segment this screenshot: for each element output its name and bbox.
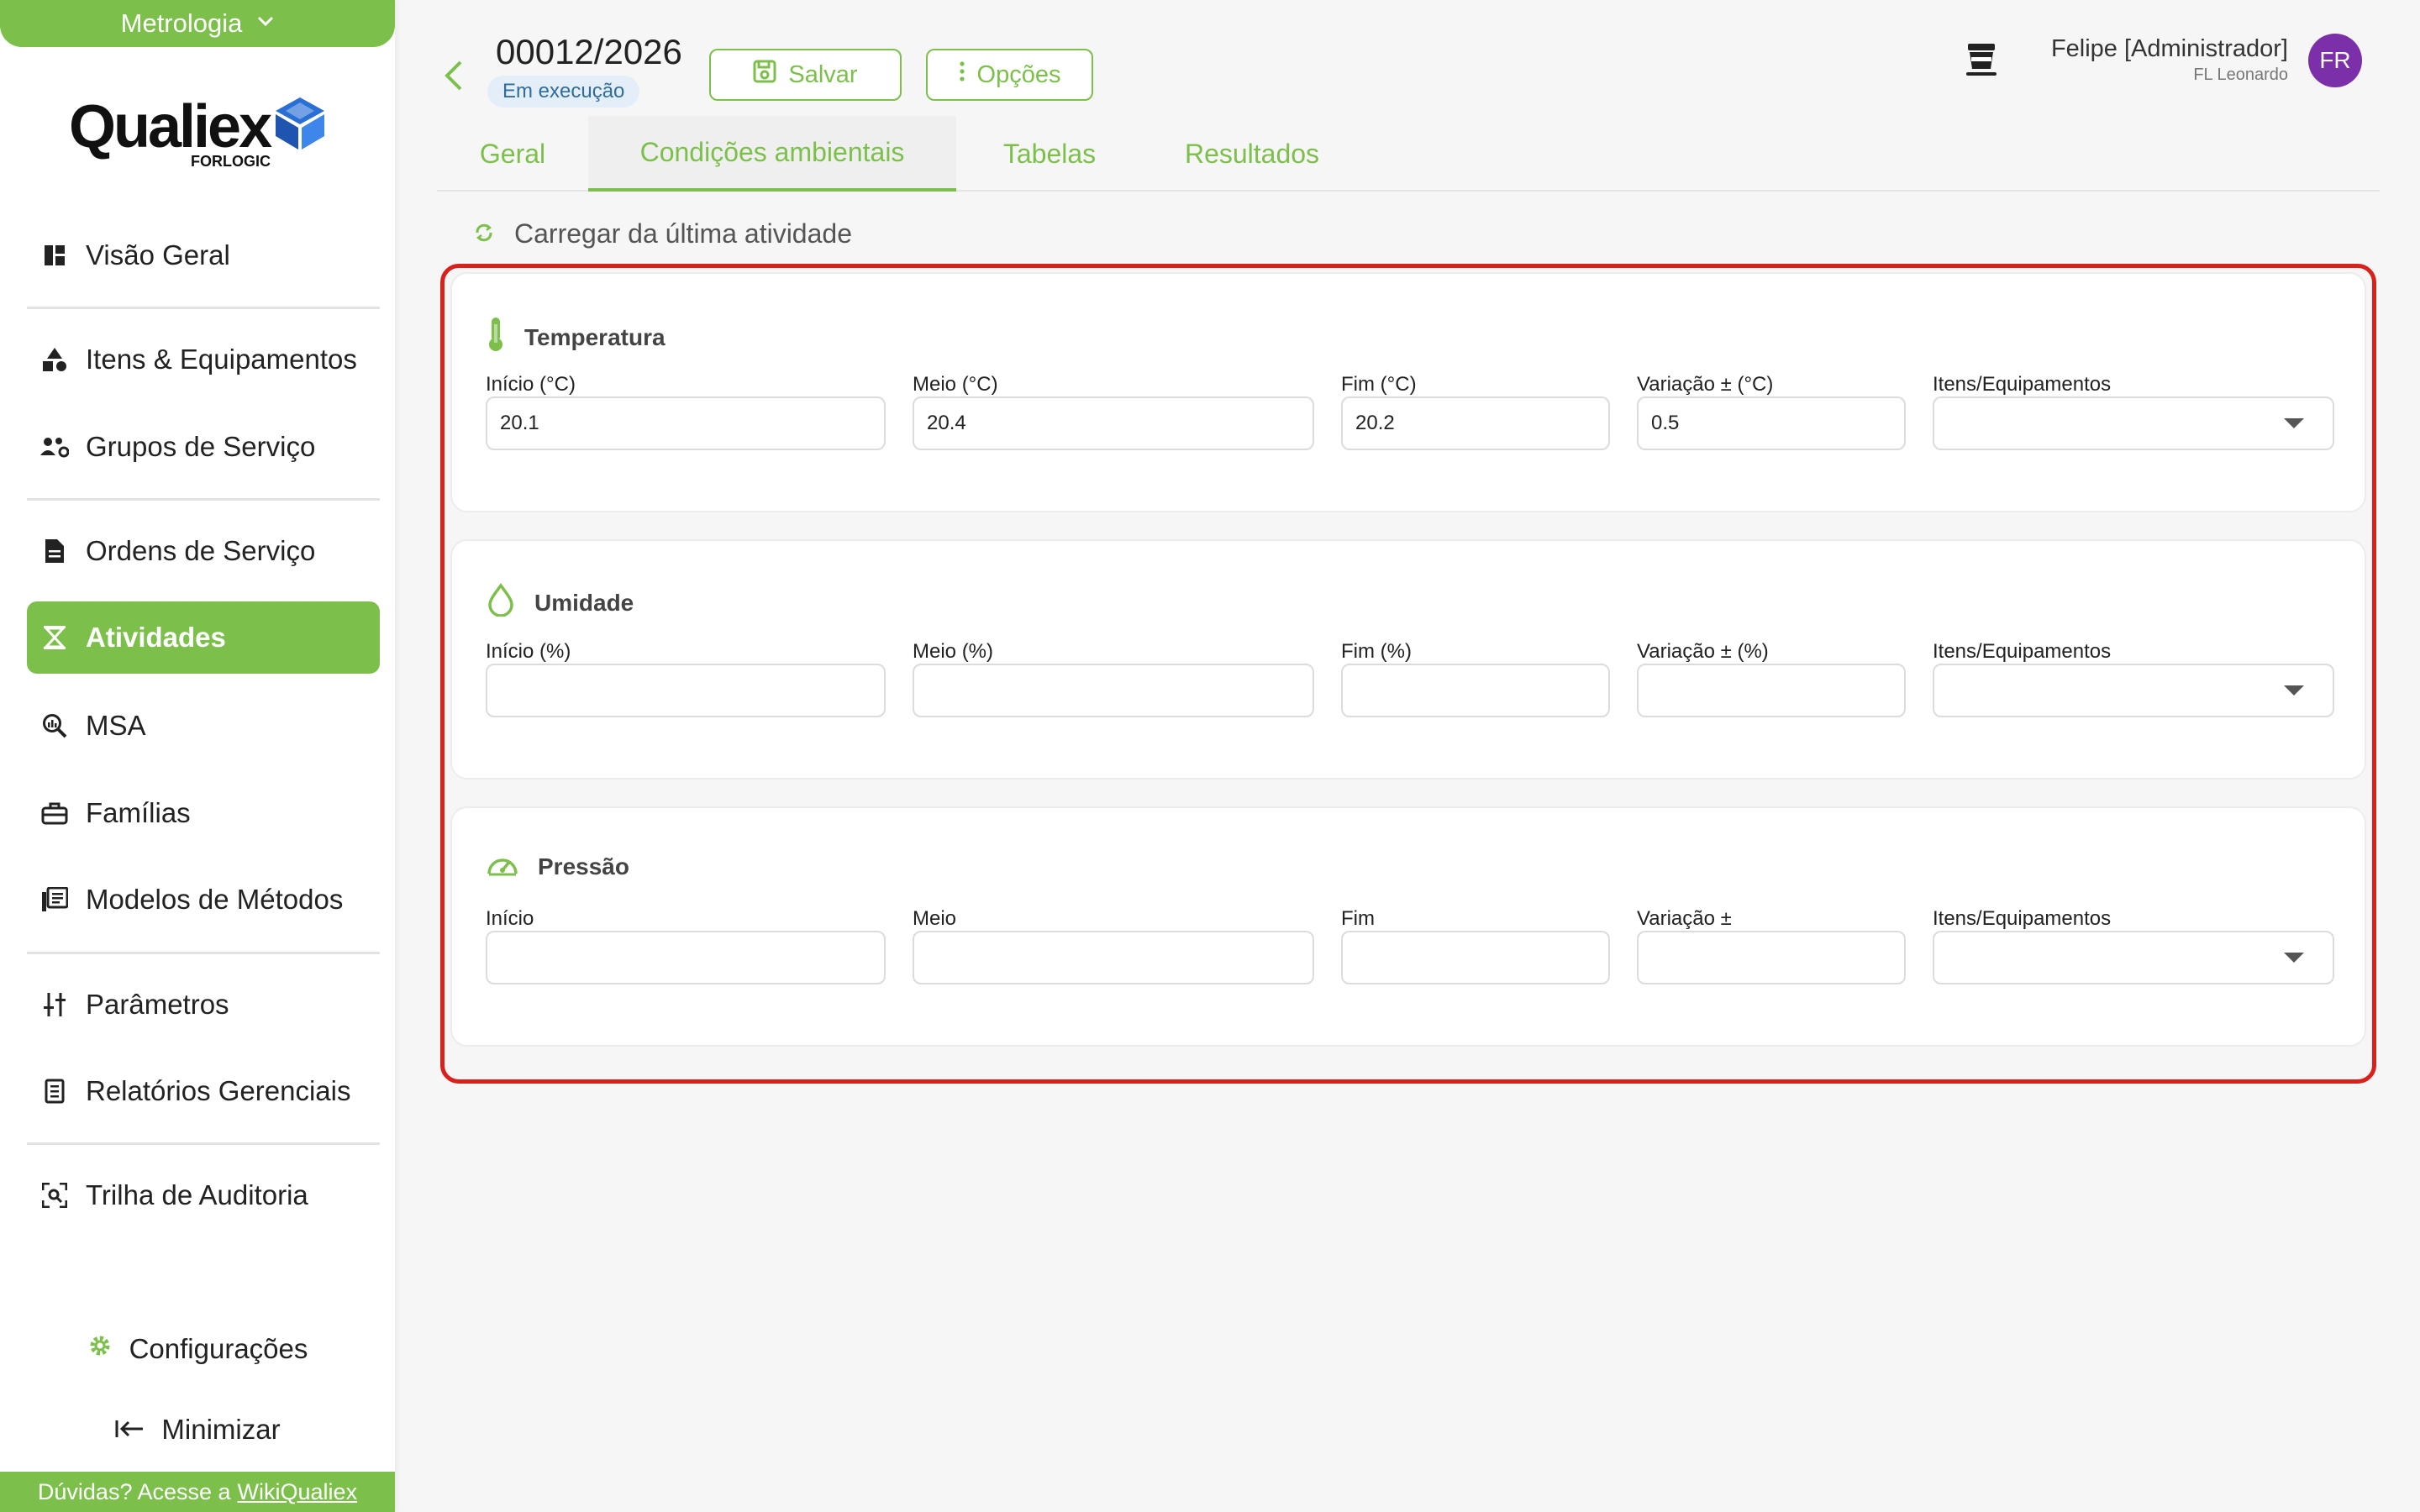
highlight-frame xyxy=(440,264,2376,1084)
help-text: Dúvidas? Acesse a xyxy=(37,1478,231,1504)
sidebar-item-label: Itens & Equipamentos xyxy=(86,344,357,375)
options-button[interactable]: Opções xyxy=(926,49,1093,101)
sidebar-divider xyxy=(27,498,380,501)
report-icon xyxy=(40,1077,69,1105)
coffee-icon[interactable] xyxy=(1965,40,1998,81)
wiki-link[interactable]: WikiQualiex xyxy=(238,1479,358,1505)
more-vertical-icon xyxy=(959,60,965,89)
sidebar-item-label: Grupos de Serviço xyxy=(86,431,316,462)
magnifier-chart-icon xyxy=(40,711,69,740)
qualiex-logo: Qualiex FORLOGIC xyxy=(69,92,329,176)
sidebar-item-relatorios[interactable]: Relatórios Gerenciais xyxy=(27,1055,380,1127)
sidebar-item-label: Visão Geral xyxy=(86,239,230,270)
toolbox-icon xyxy=(40,799,69,827)
audit-scan-icon xyxy=(40,1181,69,1210)
sidebar-item-trilha-auditoria[interactable]: Trilha de Auditoria xyxy=(27,1159,380,1231)
logo-cube-icon xyxy=(276,97,324,150)
help-bar: Dúvidas? Acesse a WikiQualiex xyxy=(0,1472,395,1512)
sidebar-divider xyxy=(27,1142,380,1145)
user-organization: FL Leonardo xyxy=(2193,66,2288,84)
tab-condicoes-ambientais[interactable]: Condições ambientais xyxy=(588,116,956,192)
sync-icon xyxy=(474,218,494,249)
document-icon xyxy=(40,537,69,565)
back-button[interactable] xyxy=(439,59,469,92)
settings-label: Configurações xyxy=(129,1333,308,1364)
users-gear-icon xyxy=(40,433,69,461)
user-name[interactable]: Felipe [Administrador] xyxy=(2051,35,2288,63)
sidebar-item-label: MSA xyxy=(86,710,146,741)
sidebar-item-modelos-metodos[interactable]: Modelos de Métodos xyxy=(27,864,380,936)
options-label: Opções xyxy=(976,60,1061,88)
sidebar-item-ordens-servico[interactable]: Ordens de Serviço xyxy=(27,515,380,587)
sidebar-item-label: Relatórios Gerenciais xyxy=(86,1075,351,1106)
shapes-icon xyxy=(40,345,69,374)
sidebar-item-label: Parâmetros xyxy=(86,989,229,1020)
sidebar-item-visao-geral[interactable]: Visão Geral xyxy=(27,219,380,291)
sidebar-item-atividades[interactable]: Atividades xyxy=(27,601,380,674)
tab-resultados[interactable]: Resultados xyxy=(1143,116,1361,192)
sidebar-item-msa[interactable]: MSA xyxy=(27,690,380,762)
tab-geral[interactable]: Geral xyxy=(437,116,588,192)
sidebar-item-grupos-servico[interactable]: Grupos de Serviço xyxy=(27,411,380,483)
sidebar-item-label: Trilha de Auditoria xyxy=(86,1179,308,1210)
save-label: Salvar xyxy=(788,60,858,88)
minimize-button[interactable]: Minimizar xyxy=(0,1404,395,1455)
chevron-left-icon xyxy=(445,60,462,91)
minimize-label: Minimizar xyxy=(161,1414,281,1445)
logo-subtitle: FORLOGIC xyxy=(191,153,271,170)
avatar[interactable]: FR xyxy=(2308,34,2362,87)
gear-icon xyxy=(87,1333,113,1365)
sidebar-item-label: Ordens de Serviço xyxy=(86,535,316,566)
sidebar-item-label: Famílias xyxy=(86,797,191,828)
sidebar-item-label: Atividades xyxy=(86,622,226,653)
load-last-activity-button[interactable]: Carregar da última atividade xyxy=(474,218,852,249)
sidebar-divider xyxy=(27,952,380,954)
settings-button[interactable]: Configurações xyxy=(0,1324,395,1374)
sidebar-item-parametros[interactable]: Parâmetros xyxy=(27,969,380,1041)
books-icon xyxy=(40,885,69,914)
load-last-label: Carregar da última atividade xyxy=(514,218,852,249)
logo-wordmark: Qualiex xyxy=(69,93,272,160)
module-switcher[interactable]: Metrologia xyxy=(0,0,395,47)
sliders-icon xyxy=(40,990,69,1019)
hourglass-icon xyxy=(40,623,69,652)
module-label: Metrologia xyxy=(120,8,243,38)
save-icon xyxy=(753,60,776,90)
sidebar: Metrologia Qualiex FORLOGIC Visão Geral … xyxy=(0,0,395,1512)
save-button[interactable]: Salvar xyxy=(709,49,902,101)
activity-number: 00012/2026 xyxy=(496,32,682,71)
dashboard-icon xyxy=(40,241,69,270)
sidebar-item-label: Modelos de Métodos xyxy=(86,884,344,915)
sidebar-divider xyxy=(27,307,380,309)
sidebar-item-itens-equipamentos[interactable]: Itens & Equipamentos xyxy=(27,323,380,396)
tab-bar: Geral Condições ambientais Tabelas Resul… xyxy=(437,116,2380,192)
tab-tabelas[interactable]: Tabelas xyxy=(956,116,1143,192)
chevron-down-icon xyxy=(257,11,274,33)
collapse-left-icon xyxy=(114,1414,145,1446)
status-badge: Em execução xyxy=(487,76,640,108)
sidebar-item-familias[interactable]: Famílias xyxy=(27,777,380,849)
